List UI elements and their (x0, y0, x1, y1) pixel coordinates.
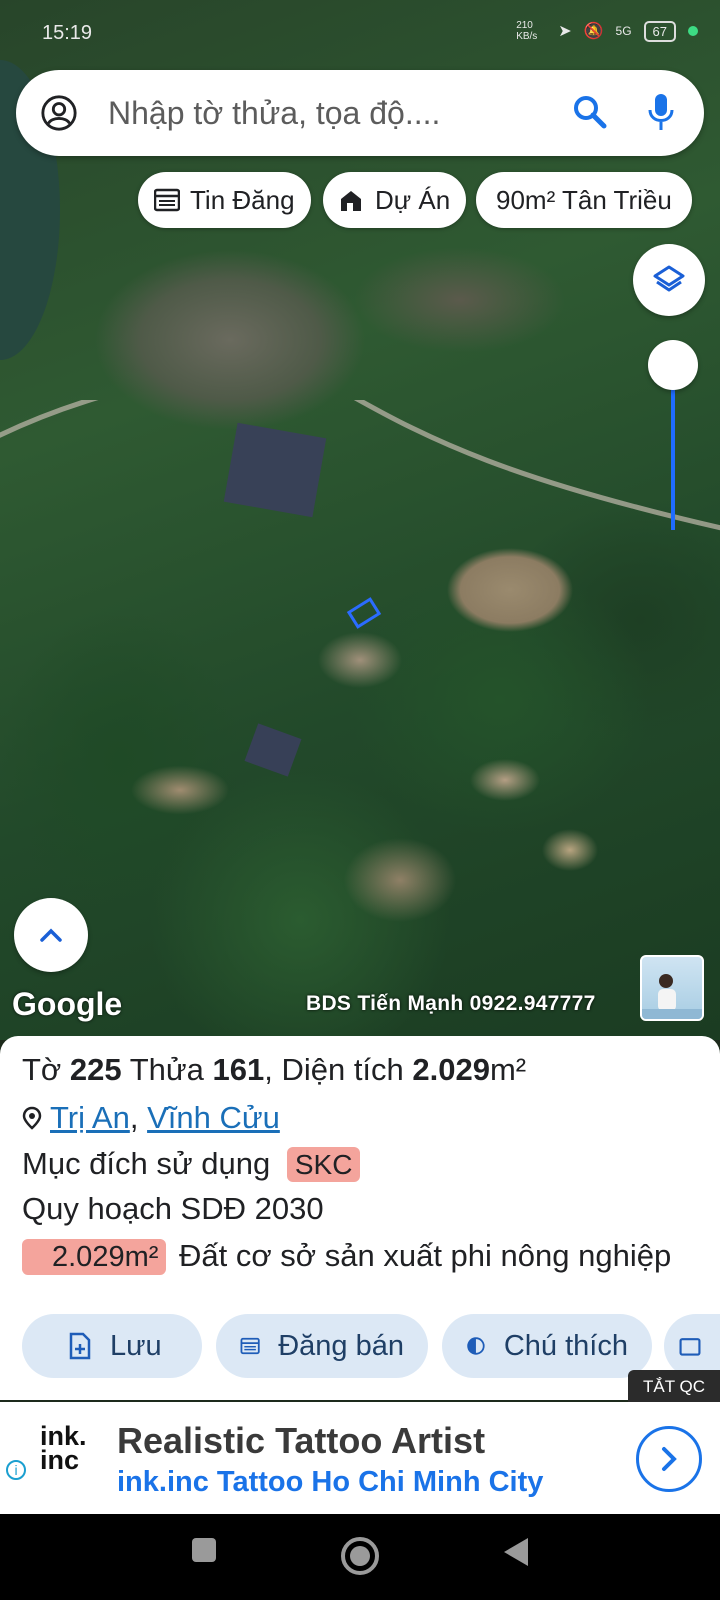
post-sale-label: Đăng bán (278, 1329, 404, 1362)
chevron-right-icon (662, 1447, 677, 1471)
search-input[interactable] (108, 94, 548, 132)
ad-open-button[interactable] (636, 1426, 702, 1492)
layers-icon (653, 265, 685, 292)
mic-icon[interactable] (646, 92, 676, 132)
area-unit: m² (489, 1052, 527, 1087)
chevron-up-icon (40, 928, 62, 942)
location-icon: ➤ (558, 23, 572, 40)
status-icons: 210 KB/s ➤ 🔕 5G 67 (516, 20, 698, 42)
account-circle-icon[interactable] (40, 94, 78, 132)
privacy-dot-icon (688, 26, 698, 36)
plot-number: 161 (212, 1052, 265, 1087)
location-row: Trị An, Vĩnh Cửu (22, 1100, 280, 1136)
ad-title[interactable]: Realistic Tattoo Artist (117, 1420, 485, 1462)
sheet-label: Tờ (22, 1052, 62, 1087)
add-photo-icon (679, 1338, 701, 1356)
ad-banner[interactable]: i ink. inc Realistic Tattoo Artist ink.i… (0, 1402, 720, 1514)
area-label: , Diện tích (264, 1052, 404, 1087)
plan-label: Quy hoạch SDĐ 2030 (22, 1191, 324, 1226)
layers-button[interactable] (633, 244, 705, 316)
search-icon[interactable] (572, 94, 608, 130)
mute-icon: 🔕 (583, 23, 604, 40)
sheet-number: 225 (69, 1052, 122, 1087)
back-icon[interactable] (500, 1536, 530, 1568)
chip-listing[interactable]: Tin Đăng (138, 172, 311, 228)
add-photo-button[interactable] (664, 1314, 720, 1378)
expand-sheet-button[interactable] (14, 898, 88, 972)
home-icon[interactable] (340, 1536, 380, 1576)
building-icon (341, 191, 361, 211)
network-type: 5G (615, 24, 632, 38)
add-file-icon (69, 1332, 91, 1360)
search-bar[interactable] (16, 70, 704, 156)
save-button[interactable]: Lưu (22, 1314, 202, 1378)
plot-label: Thửa (129, 1052, 204, 1087)
selected-plot-outline[interactable] (346, 597, 382, 629)
purpose-code-badge: SKC (286, 1147, 361, 1182)
contrast-icon (467, 1337, 485, 1355)
plan-row: 2.029m² Đất cơ sở sản xuất phi nông nghi… (22, 1238, 672, 1275)
post-sale-button[interactable]: Đăng bán (216, 1314, 428, 1378)
ad-info-icon[interactable]: i (6, 1460, 26, 1480)
ad-logo: ink. inc (40, 1423, 100, 1475)
locality-link[interactable]: Trị An (50, 1100, 130, 1135)
chip-listing-label: Tin Đăng (190, 184, 295, 215)
chip-saved-query[interactable]: 90m² Tân Triều (476, 172, 692, 228)
location-pin-icon (22, 1106, 42, 1130)
area-value: 2.029 (412, 1052, 490, 1087)
ad-logo-line2: inc (40, 1445, 80, 1475)
listing-icon (240, 1337, 260, 1355)
watermark-text: BDS Tiến Mạnh 0922.947777 (306, 992, 596, 1015)
opacity-slider-track[interactable] (671, 370, 675, 530)
network-speed: 210 KB/s (516, 20, 538, 42)
street-view-thumbnail[interactable] (640, 955, 704, 1021)
solar-farm (223, 422, 327, 518)
plan-area-badge: 2.029m² (22, 1239, 167, 1275)
chip-project[interactable]: Dự Án (323, 172, 467, 228)
district-link[interactable]: Vĩnh Cửu (147, 1100, 280, 1135)
battery-icon: 67 (643, 20, 676, 42)
solar-farm (244, 723, 302, 777)
chip-project-label: Dự Án (375, 184, 451, 215)
legend-label: Chú thích (503, 1329, 628, 1362)
clock: 15:19 (42, 22, 93, 44)
satellite-map[interactable]: 15:19 210 KB/s ➤ 🔕 5G 67 Nhập tờ thửa, t… (0, 0, 720, 1040)
legend-button[interactable]: Chú thích (442, 1314, 652, 1378)
google-logo: Google (12, 986, 123, 1022)
recents-icon[interactable] (190, 1536, 218, 1564)
opacity-slider-knob[interactable] (648, 340, 698, 390)
save-label: Lưu (110, 1329, 162, 1362)
person-thumbnail-icon (642, 974, 702, 1019)
chip-saved-query-label: 90m² Tân Triều (496, 184, 672, 215)
listing-icon (154, 188, 180, 212)
purpose-label: Mục đích sử dụng (22, 1146, 271, 1181)
ad-subtitle[interactable]: ink.inc Tattoo Ho Chi Minh City (117, 1466, 543, 1499)
close-ad-button[interactable]: TẮT QC (628, 1370, 720, 1404)
road-line (0, 400, 720, 531)
system-nav-bar (0, 1514, 720, 1600)
location-separator: , (129, 1100, 139, 1135)
plan-description: Đất cơ sở sản xuất phi nông nghiệp (179, 1238, 672, 1273)
purpose-row: Mục đích sử dụng SKC (22, 1146, 361, 1182)
parcel-title: Tờ 225 Thửa 161, Diện tích 2.029m² (22, 1052, 526, 1088)
status-bar: 15:19 210 KB/s ➤ 🔕 5G 67 (0, 0, 720, 66)
